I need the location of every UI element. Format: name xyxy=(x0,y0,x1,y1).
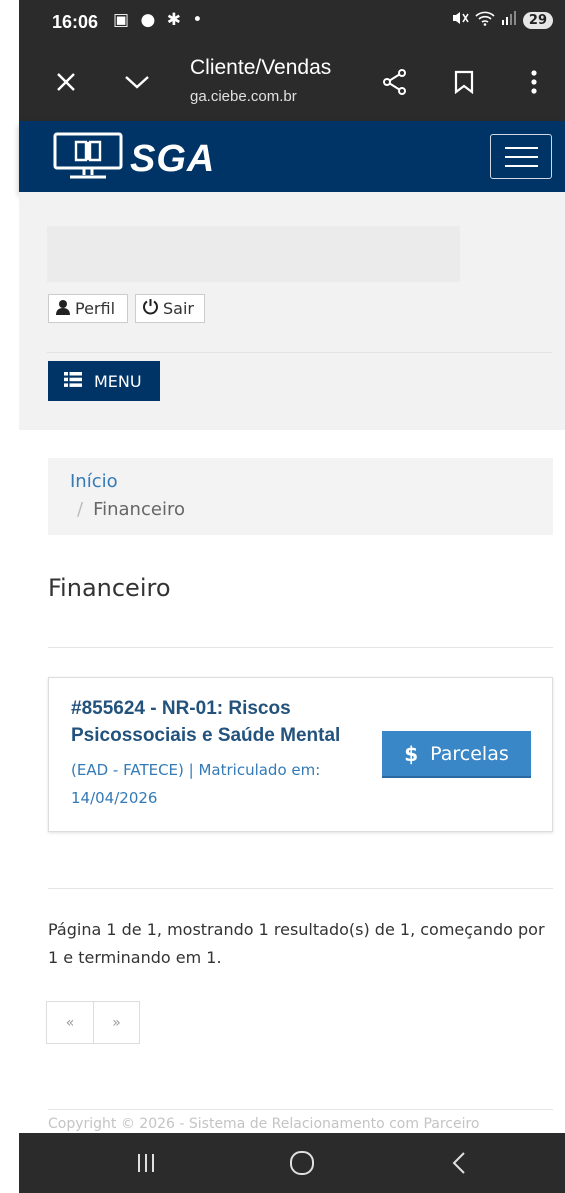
user-info-placeholder xyxy=(47,226,460,282)
footer-copyright: Copyright © 2026 - Sistema de Relacionam… xyxy=(48,1116,480,1132)
user-icon xyxy=(55,299,71,319)
recent-apps-icon[interactable] xyxy=(126,1147,166,1179)
installments-button[interactable]: $ Parcelas xyxy=(382,731,531,778)
status-time: 16:06 xyxy=(52,12,99,32)
browser-url[interactable]: ga.ciebe.com.br xyxy=(190,88,297,105)
back-icon[interactable] xyxy=(439,1147,479,1179)
signal-icon xyxy=(501,10,517,30)
computer-book-icon xyxy=(52,131,124,187)
pagination-next-button[interactable]: » xyxy=(93,1002,139,1043)
share-icon[interactable] xyxy=(377,64,413,100)
android-navigation-bar xyxy=(19,1133,565,1193)
pagination: « » xyxy=(46,1001,140,1044)
logout-button[interactable]: Sair xyxy=(135,294,205,323)
close-icon[interactable] xyxy=(48,64,84,100)
page-title: Financeiro xyxy=(48,574,171,602)
pagination-prev-button[interactable]: « xyxy=(47,1002,93,1043)
site-logo[interactable]: SGA xyxy=(52,131,215,187)
breadcrumb: Início / Financeiro xyxy=(48,458,553,535)
installments-label: Parcelas xyxy=(430,742,509,765)
pagination-summary: Página 1 de 1, mostrando 1 resultado(s) … xyxy=(48,920,545,967)
bookmark-icon[interactable] xyxy=(446,64,482,100)
user-panel: Perfil Sair MENU xyxy=(19,192,565,430)
profile-button[interactable]: Perfil xyxy=(48,294,128,323)
profile-label: Perfil xyxy=(75,299,116,318)
site-header: SGA xyxy=(19,121,565,192)
menu-label: MENU xyxy=(94,371,142,391)
browser-toolbar: Cliente/Vendas ga.ciebe.com.br xyxy=(19,44,565,121)
home-icon[interactable] xyxy=(282,1147,322,1179)
status-notification-icons: ▣ ● ✱ • xyxy=(113,10,206,30)
more-vert-icon[interactable] xyxy=(516,64,552,100)
power-icon xyxy=(142,298,159,319)
breadcrumb-current: Financeiro xyxy=(93,499,185,520)
dollar-icon: $ xyxy=(404,741,419,766)
list-icon xyxy=(64,371,82,391)
divider xyxy=(48,888,553,889)
breadcrumb-home-link[interactable]: Início xyxy=(70,471,118,492)
hamburger-menu-button[interactable] xyxy=(490,134,552,179)
user-divider xyxy=(47,352,552,353)
divider xyxy=(48,647,553,648)
logout-label: Sair xyxy=(163,299,194,318)
logo-text: SGA xyxy=(130,137,216,180)
wifi-icon xyxy=(475,10,495,30)
divider xyxy=(48,1109,553,1110)
browser-page-title: Cliente/Vendas xyxy=(190,56,332,79)
status-bar: 16:06 ▣ ● ✱ • 29 xyxy=(19,0,565,44)
course-enrollment-info: (EAD - FATECE) | Matriculado em: 14/04/2… xyxy=(71,761,321,807)
menu-button[interactable]: MENU xyxy=(48,361,160,401)
course-card: #855624 - NR-01: Riscos Psicossociais e … xyxy=(48,677,553,832)
breadcrumb-separator: / xyxy=(77,499,84,520)
chevron-down-icon[interactable] xyxy=(119,64,155,100)
course-title-link[interactable]: #855624 - NR-01: Riscos Psicossociais e … xyxy=(71,695,361,749)
mute-icon xyxy=(451,10,469,30)
status-system-icons: 29 xyxy=(451,10,553,30)
battery-indicator: 29 xyxy=(522,11,553,29)
